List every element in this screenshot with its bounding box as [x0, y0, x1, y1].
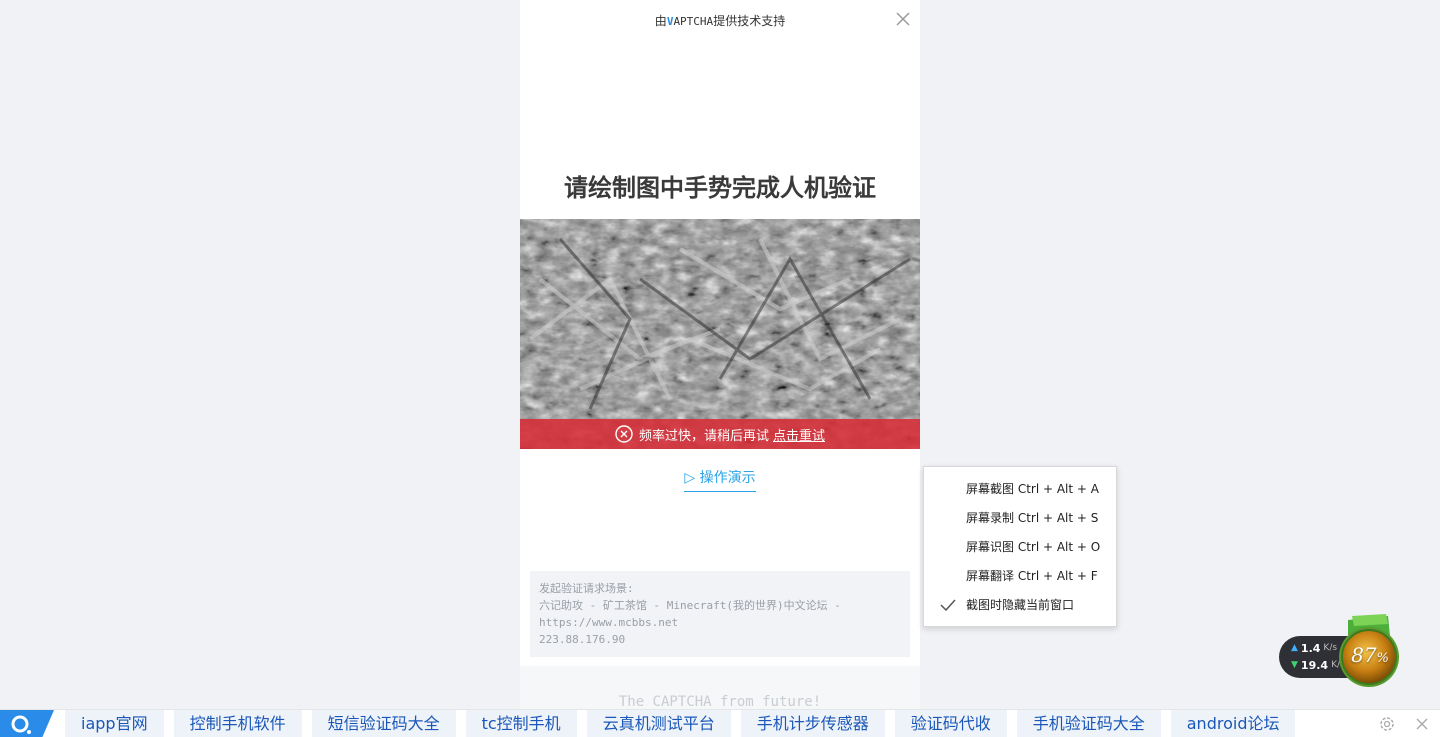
captcha-title: 请绘制图中手势完成人机验证 [564, 174, 876, 202]
link-list: iapp官网 控制手机软件 短信验证码大全 tc控制手机 云真机测试平台 手机计… [65, 710, 1296, 737]
memory-percent-sign: % [1376, 651, 1389, 666]
scene-label: 发起验证请求场景: [539, 582, 634, 595]
provider-suffix: 提供技术支持 [713, 14, 786, 28]
error-bar: 频率过快，请稍后再试 点击重试 [520, 419, 920, 449]
memory-percent: 87% [1342, 643, 1398, 667]
captcha-panel: 由VAPTCHA提供技术支持 请绘制图中手势完成人机验证 频率过快，请稍后再试 … [520, 0, 920, 710]
link-item[interactable]: 手机计步传感器 [740, 710, 885, 737]
menu-item-label: 屏幕识图 Ctrl + Alt + O [966, 540, 1101, 554]
check-icon [940, 599, 956, 611]
link-item[interactable]: 验证码代收 [894, 710, 1007, 737]
memory-percent-value: 87 [1351, 643, 1377, 667]
browser-logo-icon[interactable] [0, 710, 54, 737]
demo-area: ▷ 操作演示 [520, 467, 920, 492]
link-item[interactable]: iapp官网 [65, 710, 164, 737]
menu-item-screenshot[interactable]: 屏幕截图 Ctrl + Alt + A [924, 475, 1116, 504]
provider-credit: 由VAPTCHA提供技术支持 [520, 12, 920, 29]
down-arrow-icon: ▼ [1291, 660, 1298, 670]
link-item[interactable]: 手机验证码大全 [1016, 710, 1161, 737]
menu-item-record[interactable]: 屏幕录制 Ctrl + Alt + S [924, 504, 1116, 533]
download-speed: 19.4 [1300, 659, 1329, 672]
up-arrow-icon: ▲ [1291, 643, 1298, 653]
gear-icon[interactable] [1378, 715, 1396, 733]
captcha-image[interactable]: 频率过快，请稍后再试 点击重试 [520, 219, 920, 449]
link-item[interactable]: android论坛 [1170, 710, 1296, 737]
upload-speed: 1.4 [1300, 642, 1321, 655]
close-icon[interactable] [1415, 717, 1429, 731]
scene-ip: 223.88.176.90 [539, 633, 626, 646]
close-icon[interactable] [894, 10, 912, 28]
provider-brand-rest: APTCHA [673, 15, 714, 28]
menu-item-label: 屏幕截图 Ctrl + Alt + A [966, 482, 1099, 496]
noise-texture [520, 219, 920, 449]
link-item[interactable]: tc控制手机 [465, 710, 577, 737]
menu-item-recognize[interactable]: 屏幕识图 Ctrl + Alt + O [924, 533, 1116, 562]
menu-item-label: 屏幕录制 Ctrl + Alt + S [966, 511, 1099, 525]
upload-unit: K/s [1323, 643, 1338, 653]
footer-slogan: The CAPTCHA from future! [618, 694, 822, 710]
demo-link[interactable]: ▷ 操作演示 [684, 467, 756, 492]
menu-item-translate[interactable]: 屏幕翻译 Ctrl + Alt + F [924, 562, 1116, 591]
link-item[interactable]: 短信验证码大全 [311, 710, 456, 737]
scene-url: https://www.mcbbs.net [539, 616, 679, 629]
retry-link[interactable]: 点击重试 [773, 425, 825, 444]
link-item[interactable]: 云真机测试平台 [586, 710, 731, 737]
screenshot-context-menu: 屏幕截图 Ctrl + Alt + A 屏幕录制 Ctrl + Alt + S … [923, 466, 1117, 627]
menu-item-label: 屏幕翻译 Ctrl + Alt + F [966, 569, 1098, 583]
link-item[interactable]: 控制手机软件 [173, 710, 302, 737]
provider-brand: VAPTCHA [667, 15, 713, 28]
error-message: 频率过快，请稍后再试 [638, 428, 769, 444]
scene-site: 六记助攻 - 矿工茶馆 - Minecraft(我的世界)中文论坛 - [539, 599, 841, 612]
request-scene-box: 发起验证请求场景: 六记助攻 - 矿工茶馆 - Minecraft(我的世界)中… [530, 571, 910, 657]
error-circle-icon [615, 425, 633, 443]
menu-item-hide-window[interactable]: 截图时隐藏当前窗口 [924, 591, 1116, 620]
menu-item-label: 截图时隐藏当前窗口 [966, 598, 1075, 612]
bottom-link-bar: iapp官网 控制手机软件 短信验证码大全 tc控制手机 云真机测试平台 手机计… [0, 709, 1440, 737]
provider-prefix: 由 [654, 14, 667, 28]
